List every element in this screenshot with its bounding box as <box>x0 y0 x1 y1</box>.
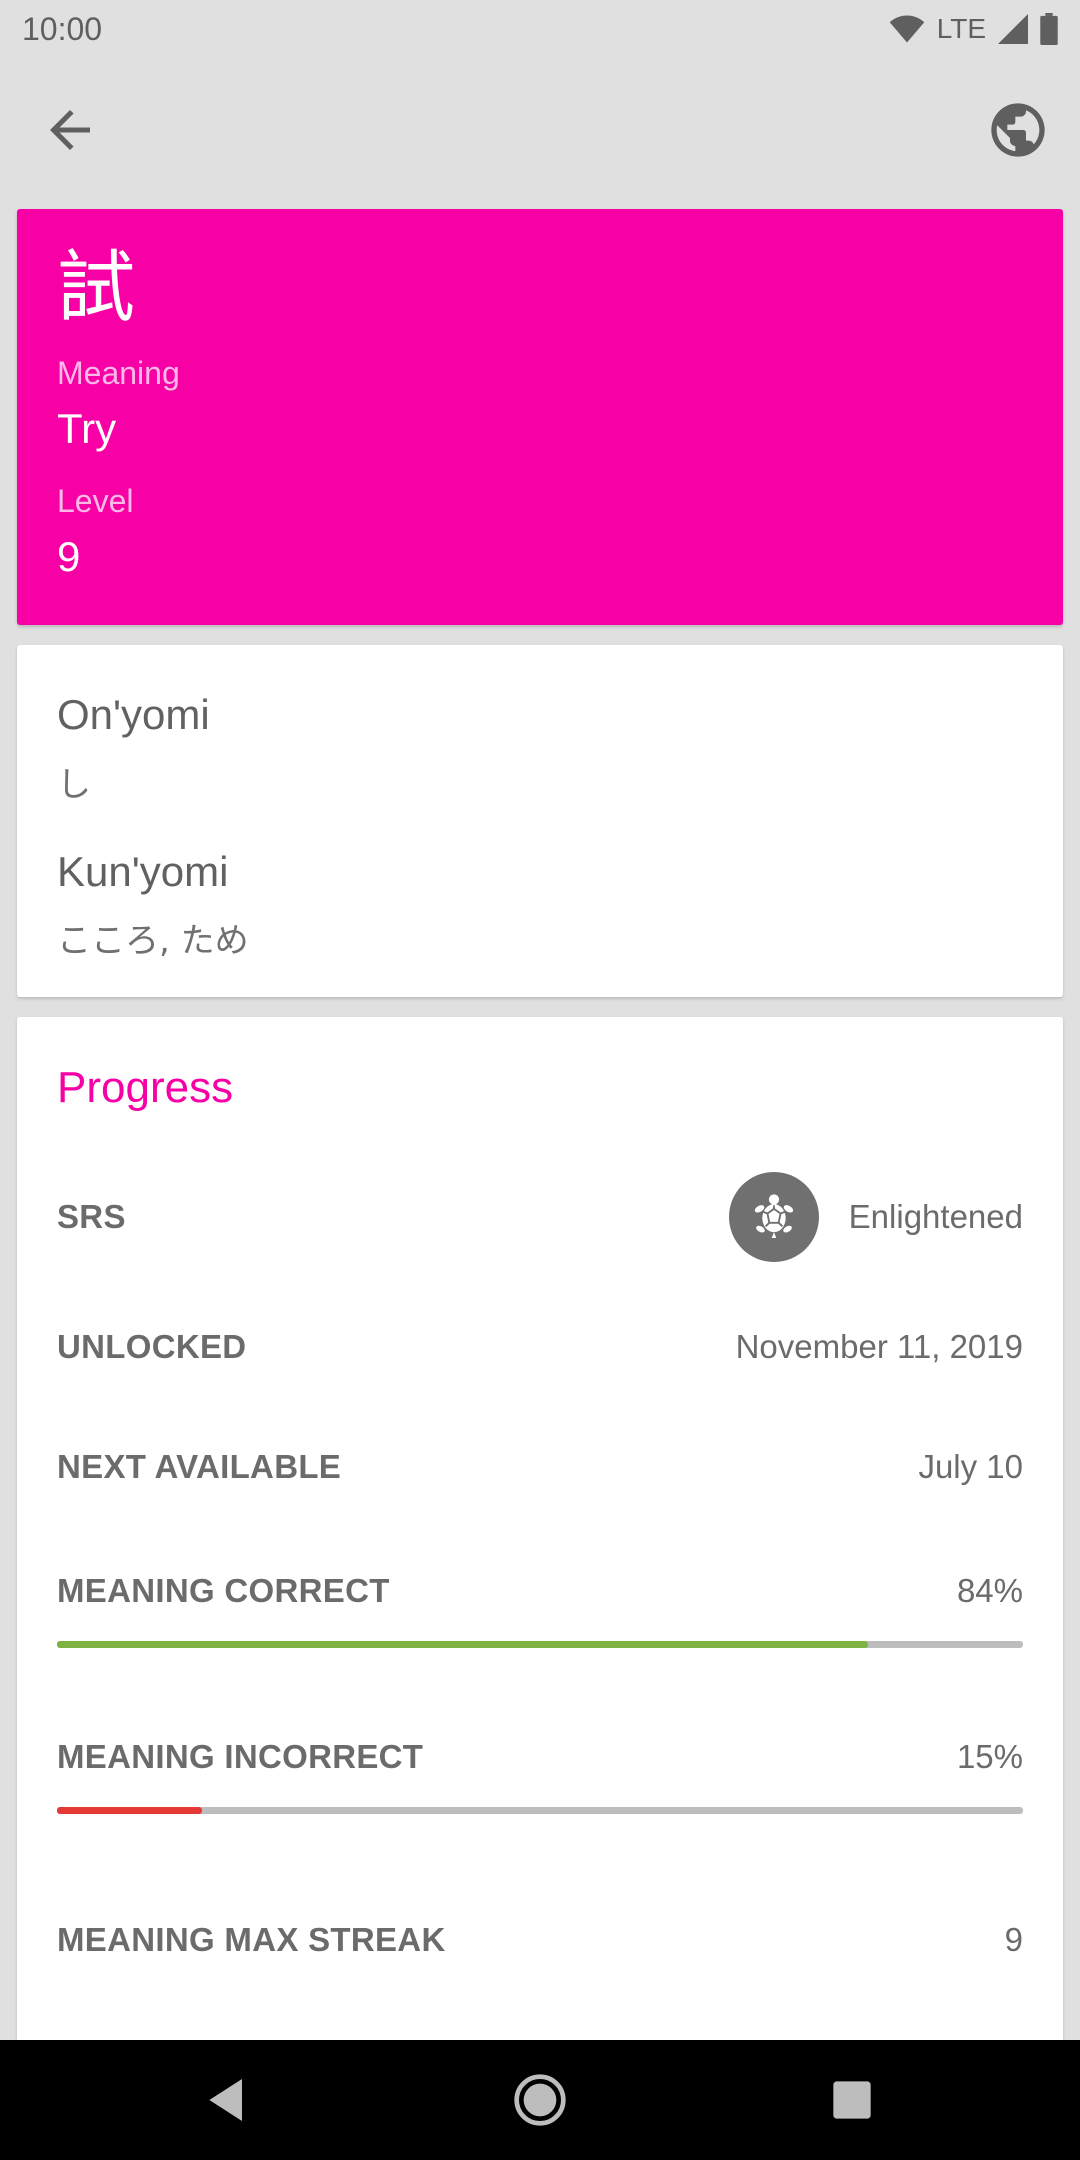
kunyomi-value: こころ, ため <box>57 921 249 961</box>
meaning-incorrect-value: 15% <box>956 1738 1023 1775</box>
max-streak-value: 9 <box>1004 1921 1023 1958</box>
meaning-incorrect-row: MEANING INCORRECT 15% <box>57 1727 1023 1787</box>
network-type: LTE <box>936 13 986 44</box>
meaning-correct-row: MEANING CORRECT 84% <box>57 1561 1023 1621</box>
battery-icon <box>1040 13 1058 45</box>
progress-card: Progress SRS Enlightened UNLOCKED Novemb… <box>17 1017 1063 2160</box>
meaning-correct-fill <box>57 1641 869 1648</box>
kanji-character: 試 <box>57 243 136 333</box>
level-value: 9 <box>57 533 81 580</box>
srs-row: SRS Enlightened <box>57 1172 1023 1262</box>
system-nav-bar <box>0 2040 1080 2160</box>
arrow-back-icon <box>50 110 90 150</box>
back-button[interactable] <box>40 100 100 160</box>
meaning-correct-bar <box>57 1641 1023 1648</box>
kanji-card: 試 Meaning Try Level 9 <box>17 209 1063 625</box>
unlocked-row: UNLOCKED November 11, 2019 <box>57 1317 1023 1377</box>
wifi-icon <box>889 15 924 43</box>
meaning-correct-label: MEANING CORRECT <box>57 1572 390 1609</box>
onyomi-value: し <box>57 765 91 805</box>
max-streak-label: MEANING MAX STREAK <box>57 1921 446 1958</box>
next-available-value: July 10 <box>918 1448 1023 1485</box>
kunyomi-label: Kun'yomi <box>57 848 229 895</box>
readings-card: On'yomi し Kun'yomi こころ, ため <box>17 645 1063 997</box>
meaning-correct-value: 84% <box>956 1572 1023 1609</box>
status-icons: LTE <box>889 13 1058 45</box>
meaning-incorrect-bar <box>57 1807 1023 1814</box>
unlocked-label: UNLOCKED <box>57 1328 247 1365</box>
globe-icon <box>991 103 1045 157</box>
max-streak-row: MEANING MAX STREAK 9 <box>57 1910 1023 1970</box>
toolbar <box>0 58 1080 202</box>
level-label: Level <box>57 483 134 519</box>
nav-recents-icon <box>833 2081 871 2119</box>
meaning-value: Try <box>57 405 117 452</box>
meaning-incorrect-fill <box>57 1807 202 1814</box>
nav-back-icon <box>209 2079 242 2121</box>
status-bar: 10:00 LTE <box>0 0 1080 58</box>
open-in-browser-button[interactable] <box>986 98 1050 162</box>
meaning-label: Meaning <box>57 355 180 391</box>
turtle-glyph <box>754 1194 793 1238</box>
next-available-row: NEXT AVAILABLE July 10 <box>57 1437 1023 1497</box>
srs-value: Enlightened <box>848 1198 1023 1235</box>
onyomi-label: On'yomi <box>57 691 210 738</box>
meaning-incorrect-label: MEANING INCORRECT <box>57 1738 424 1775</box>
nav-home-icon <box>514 2074 566 2126</box>
nav-recents-button[interactable] <box>824 2072 880 2128</box>
status-time: 10:00 <box>22 10 103 47</box>
turtle-icon <box>728 1172 819 1262</box>
srs-label: SRS <box>57 1198 126 1235</box>
nav-home-button[interactable] <box>512 2072 568 2128</box>
progress-heading: Progress <box>57 1063 234 1112</box>
unlocked-value: November 11, 2019 <box>735 1328 1023 1365</box>
signal-icon <box>998 14 1028 44</box>
next-available-label: NEXT AVAILABLE <box>57 1448 342 1485</box>
nav-back-button[interactable] <box>200 2072 256 2128</box>
